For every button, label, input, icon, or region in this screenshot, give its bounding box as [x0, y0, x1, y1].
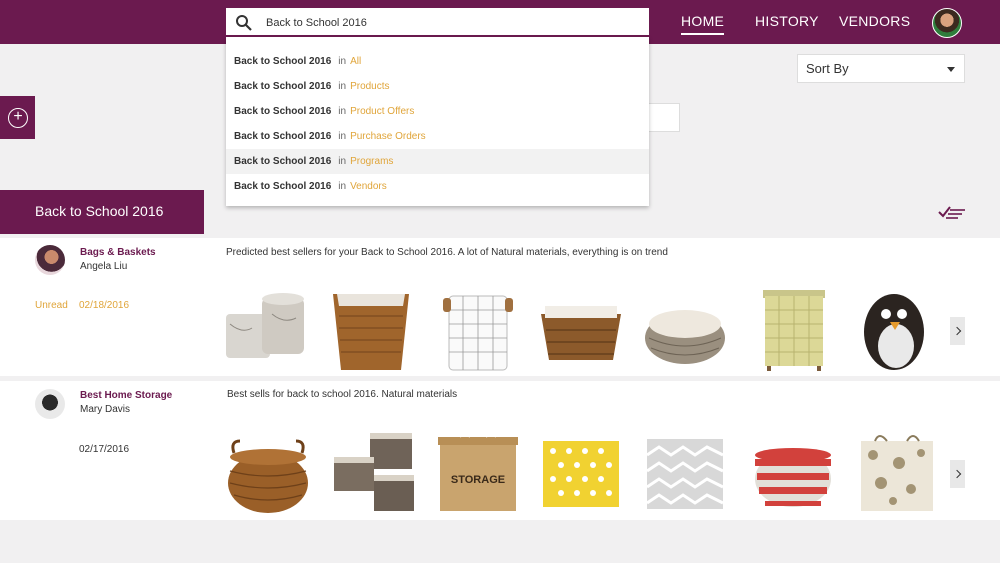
contact-name: Angela Liu	[80, 261, 128, 272]
suggestion-products[interactable]: Back to School 2016 in Products	[226, 74, 649, 99]
card-description: Best sells for back to school 2016. Natu…	[227, 389, 458, 400]
vendor-name[interactable]: Bags & Baskets	[80, 247, 156, 258]
suggestion-category: Purchase Orders	[350, 131, 426, 142]
suggestion-in: in	[338, 56, 347, 67]
product-image[interactable]	[330, 427, 418, 515]
search-input[interactable]	[266, 12, 636, 34]
suggestion-term: Back to School 2016	[234, 81, 332, 92]
suggestion-category: Vendors	[350, 181, 387, 192]
campaign-tab[interactable]: Back to School 2016	[0, 190, 204, 234]
suggestion-in: in	[338, 156, 347, 167]
product-image[interactable]	[224, 427, 312, 515]
suggestion-all[interactable]: Back to School 2016 in All	[226, 49, 649, 74]
product-image[interactable]	[641, 427, 729, 515]
nav-vendors[interactable]: VENDORS	[839, 13, 910, 29]
suggestion-in: in	[338, 131, 347, 142]
suggestion-category: Programs	[350, 156, 394, 167]
product-image[interactable]: STORAGE	[434, 427, 522, 515]
product-image[interactable]	[749, 427, 837, 515]
suggestion-category: Product Offers	[350, 106, 415, 117]
nav-history[interactable]: HISTORY	[755, 13, 819, 29]
suggestion-term: Back to School 2016	[234, 156, 332, 167]
sort-by-select[interactable]: Sort By	[797, 54, 965, 83]
card-description: Predicted best sellers for your Back to …	[226, 247, 668, 258]
suggestion-term: Back to School 2016	[234, 131, 332, 142]
product-image[interactable]	[222, 284, 310, 372]
next-arrow-button[interactable]	[950, 317, 965, 345]
date-label: 02/17/2016	[79, 444, 130, 455]
vendor-name[interactable]: Best Home Storage	[80, 390, 172, 401]
avatar	[35, 245, 65, 275]
program-card[interactable]: Bags & Baskets Angela Liu Unread 02/18/2…	[0, 238, 1000, 376]
chevron-down-icon	[947, 67, 955, 72]
search-icon	[236, 15, 252, 31]
search-box[interactable]	[226, 8, 649, 37]
suggestion-in: in	[338, 81, 347, 92]
suggestion-in: in	[338, 181, 347, 192]
plus-circle-icon: +	[8, 108, 28, 128]
product-image[interactable]	[537, 427, 625, 515]
program-card[interactable]: Best Home Storage Mary Davis 02/17/2016 …	[0, 381, 1000, 520]
suggestion-programs[interactable]: Back to School 2016 in Programs	[226, 149, 649, 174]
contact-name: Mary Davis	[80, 404, 131, 415]
product-image[interactable]	[850, 284, 938, 372]
suggestion-term: Back to School 2016	[234, 181, 332, 192]
nav-home[interactable]: HOME	[681, 13, 725, 35]
next-arrow-button[interactable]	[950, 460, 965, 488]
product-image[interactable]	[641, 284, 729, 372]
product-image[interactable]	[435, 284, 523, 372]
avatar	[35, 389, 65, 419]
date-label: 02/18/2016	[79, 300, 130, 311]
add-button[interactable]: +	[0, 96, 35, 139]
product-image[interactable]	[755, 284, 843, 372]
product-print-text: STORAGE	[451, 474, 505, 486]
search-suggestions: Back to School 2016 in All Back to Schoo…	[226, 37, 649, 206]
suggestion-category: Products	[350, 81, 390, 92]
suggestion-term: Back to School 2016	[234, 56, 332, 67]
suggestion-in: in	[338, 106, 347, 117]
product-image[interactable]	[537, 284, 625, 372]
suggestion-purchase-orders[interactable]: Back to School 2016 in Purchase Orders	[226, 124, 649, 149]
suggestion-product-offers[interactable]: Back to School 2016 in Product Offers	[226, 99, 649, 124]
product-image[interactable]	[327, 284, 415, 372]
checklist-icon[interactable]	[938, 204, 966, 220]
suggestion-term: Back to School 2016	[234, 106, 332, 117]
status-label: Unread	[35, 300, 68, 311]
suggestion-category: All	[350, 56, 362, 67]
sort-by-label: Sort By	[806, 61, 849, 76]
suggestion-vendors[interactable]: Back to School 2016 in Vendors	[226, 174, 649, 199]
user-avatar[interactable]	[932, 8, 962, 38]
product-image[interactable]	[853, 427, 941, 515]
